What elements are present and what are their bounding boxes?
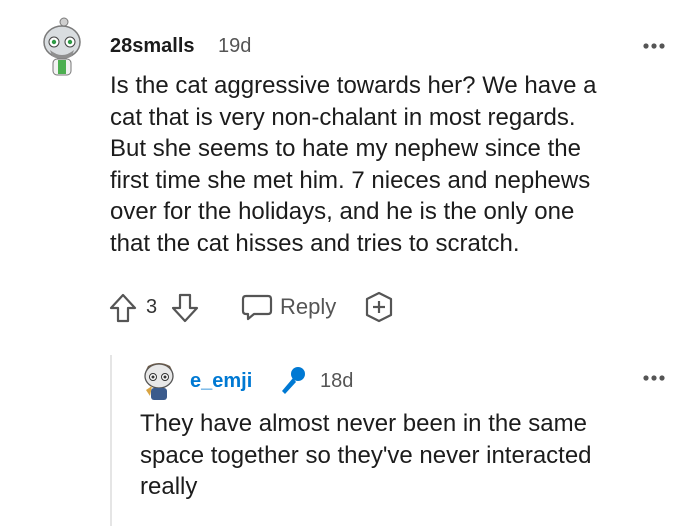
- comment-line: cat that is very non-chalant in most reg…: [110, 103, 576, 131]
- vote-count: 3: [146, 296, 158, 318]
- comment-line: But she seems to hate my nephew since th…: [110, 135, 581, 162]
- award-plus-icon: [365, 291, 393, 323]
- avatar[interactable]: [38, 16, 86, 78]
- chat-bubble-icon: [241, 294, 273, 321]
- more-dots-icon: [643, 43, 665, 49]
- snoo-avatar-icon: [43, 17, 81, 76]
- snoo-avatar-icon: [144, 363, 174, 400]
- upvote-button[interactable]: [108, 292, 138, 324]
- reply-line: space together so they've never interact…: [140, 441, 592, 469]
- reply-more-options-button[interactable]: [640, 368, 668, 388]
- upvote-arrow-icon: [109, 293, 137, 323]
- more-options-button[interactable]: [640, 36, 668, 56]
- downvote-button[interactable]: [170, 292, 200, 324]
- thread-line[interactable]: [110, 355, 112, 526]
- comment-line: that the cat hisses and tries to scratch…: [110, 229, 520, 257]
- reply-label: Reply: [280, 294, 337, 319]
- reply-line: They have almost never been in the same: [140, 410, 587, 437]
- reply-line: really: [140, 473, 198, 500]
- reply-body: They have almost never been in the same …: [140, 408, 680, 503]
- comment-timestamp[interactable]: 19d: [218, 35, 251, 58]
- reply-timestamp[interactable]: 18d: [320, 370, 353, 393]
- mod-badge: [276, 364, 308, 396]
- comment-username[interactable]: 28smalls: [110, 35, 195, 58]
- reply-button[interactable]: Reply: [240, 290, 336, 324]
- comment-line: Is the cat aggressive towards her? We ha…: [110, 72, 597, 99]
- downvote-arrow-icon: [171, 293, 199, 323]
- comment-line: first time she met him. 7 nieces and nep…: [110, 166, 591, 194]
- more-dots-icon: [643, 375, 665, 381]
- reply-username[interactable]: e_emji: [190, 370, 252, 393]
- comment-line: over for the holidays, and he is the onl…: [110, 198, 575, 225]
- award-button[interactable]: [362, 290, 396, 324]
- reply-avatar[interactable]: [140, 360, 178, 402]
- microphone-icon: [282, 367, 305, 394]
- comment-body: Is the cat aggressive towards her? We ha…: [110, 70, 670, 259]
